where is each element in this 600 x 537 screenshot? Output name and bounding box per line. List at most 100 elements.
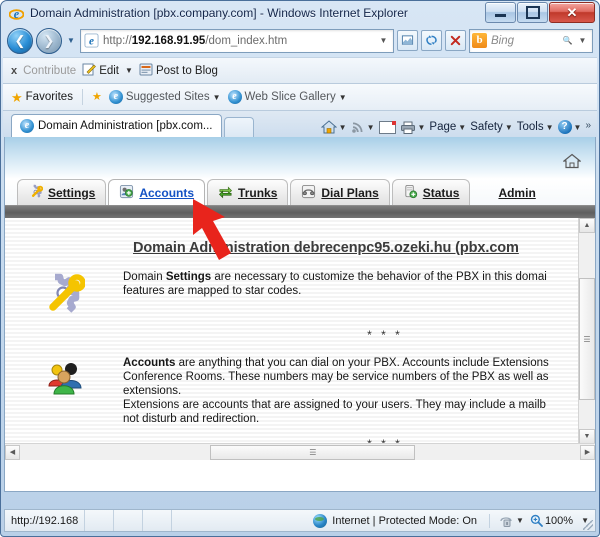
scroll-right-button[interactable]: ▶	[580, 444, 595, 460]
server-icon	[403, 184, 418, 202]
page-menu-button[interactable]: Page ▼	[429, 121, 466, 133]
zoom-level-label: 100%	[544, 514, 574, 527]
edit-button[interactable]: Edit	[82, 63, 119, 79]
scroll-down-button[interactable]: ▼	[579, 429, 595, 444]
ie-mini-icon: e	[227, 90, 242, 104]
security-zone-label: Internet | Protected Mode: On	[332, 514, 478, 527]
privacy-caret-icon[interactable]: ▼	[516, 516, 524, 525]
home-button[interactable]: ▼	[320, 120, 347, 134]
maximize-icon	[525, 6, 540, 19]
print-caret-icon[interactable]: ▼	[418, 123, 426, 132]
page-tab-dial-plans[interactable]: Dial Plans	[290, 179, 390, 205]
safety-caret-icon[interactable]: ▼	[505, 123, 513, 132]
page-menu-label: Page	[429, 121, 457, 133]
tab-favicon-icon: e	[20, 119, 34, 133]
close-icon: ✕	[566, 5, 578, 20]
section-settings: Domain Settings are necessary to customi…	[5, 270, 595, 317]
suggested-sites-label: Suggested Sites	[125, 91, 210, 103]
suggested-sites-button[interactable]: e Suggested Sites ▼	[108, 90, 221, 104]
new-tab-button[interactable]	[223, 117, 254, 137]
section-icon-cell	[5, 356, 123, 403]
star-icon: ★	[11, 89, 23, 105]
stop-button[interactable]	[445, 30, 466, 51]
address-input[interactable]: e http://192.168.91.95/dom_index.htm ▼	[80, 28, 394, 53]
search-placeholder-text: Bing	[491, 34, 515, 47]
recent-pages-button[interactable]: ▼	[65, 36, 77, 45]
page-home-icon[interactable]	[562, 153, 582, 169]
horizontal-scrollbar[interactable]: ◀ ☰ ▶	[5, 443, 595, 460]
add-favorite-star-icon[interactable]: ★	[92, 91, 102, 103]
page-tab-admin[interactable]: Admin	[472, 180, 549, 205]
page-tab-settings[interactable]: Settings	[17, 179, 107, 205]
page-tab-accounts[interactable]: Accounts	[108, 179, 206, 205]
page-favicon-icon: e	[84, 33, 99, 48]
tools-menu-button[interactable]: Tools ▼	[517, 121, 554, 133]
browser-tab[interactable]: e Domain Administration [pbx.com...	[11, 114, 222, 137]
status-cell	[171, 510, 200, 531]
wrench-gear-icon	[43, 272, 86, 317]
internet-explorer-logo-icon: e	[8, 6, 25, 21]
close-button[interactable]: ✕	[549, 2, 595, 23]
status-divider	[489, 513, 491, 528]
address-url-text: http://192.168.91.95/dom_index.htm	[103, 34, 288, 47]
address-dropdown-button[interactable]: ▼	[376, 36, 391, 45]
tools-caret-icon[interactable]: ▼	[546, 123, 554, 132]
resize-grip[interactable]	[583, 520, 593, 530]
internet-zone-globe-icon	[313, 513, 328, 528]
back-arrow-icon: ❮	[14, 33, 26, 48]
zoom-magnifier-icon	[530, 514, 543, 527]
search-input[interactable]: b Bing 🔍 ▼	[469, 28, 593, 53]
ie-mini-icon: e	[108, 90, 123, 104]
arrows-icon	[218, 184, 233, 202]
vertical-scrollbar-thumb[interactable]: ☰	[579, 278, 595, 400]
help-menu-button[interactable]: ? ▼	[557, 120, 582, 134]
tools-menu-label: Tools	[516, 121, 544, 133]
page-tab-status[interactable]: Status	[391, 179, 471, 205]
browser-tab-title: Domain Administration [pbx.com...	[38, 120, 213, 132]
suggested-sites-caret-icon[interactable]: ▼	[213, 93, 221, 102]
post-to-blog-icon	[139, 63, 153, 79]
minimize-icon	[495, 14, 506, 17]
search-options-dropdown[interactable]: ▼	[575, 36, 590, 45]
feeds-button[interactable]: ▼	[351, 120, 375, 134]
page-tab-label: Dial Plans	[321, 185, 379, 200]
web-slice-caret-icon[interactable]: ▼	[339, 93, 347, 102]
page-caret-icon[interactable]: ▼	[458, 123, 466, 132]
help-caret-icon[interactable]: ▼	[574, 123, 582, 132]
status-cell	[142, 510, 171, 531]
minimize-button[interactable]	[485, 2, 516, 23]
more-commands-button[interactable]: »	[585, 120, 591, 131]
page-tab-label: Status	[422, 185, 460, 200]
page-tab-label: Trunks	[238, 185, 278, 200]
edit-dropdown-caret-icon[interactable]: ▼	[125, 66, 133, 75]
close-contribute-bar-icon[interactable]: x	[11, 65, 17, 77]
favorites-button[interactable]: ★ Favorites	[11, 91, 73, 104]
scroll-left-button[interactable]: ◀	[5, 444, 20, 460]
horizontal-scrollbar-track[interactable]: ☰	[20, 444, 580, 460]
privacy-report-button[interactable]	[498, 514, 514, 528]
refresh-button[interactable]	[421, 30, 442, 51]
read-mail-button[interactable]	[378, 120, 396, 134]
page-viewport: Settings Accounts Trunks Dial Plans Stat…	[4, 137, 596, 492]
home-caret-icon[interactable]: ▼	[339, 123, 347, 132]
safety-menu-button[interactable]: Safety ▼	[470, 121, 513, 133]
web-slice-gallery-button[interactable]: e Web Slice Gallery ▼	[227, 90, 347, 104]
compatibility-view-button[interactable]	[397, 30, 418, 51]
ie-browser-window: e Domain Administration [pbx.company.com…	[0, 0, 600, 537]
forward-button[interactable]: ❯	[36, 27, 62, 54]
security-zone-indicator[interactable]: Internet | Protected Mode: On	[313, 513, 481, 528]
vertical-scrollbar[interactable]: ▲ ☰ ▼	[578, 218, 595, 460]
command-bar: ▼ ▼ ▼ Page ▼ Safety ▼ Tools ▼ ? ▼ »	[320, 120, 591, 137]
scroll-up-button[interactable]: ▲	[579, 218, 595, 233]
print-button[interactable]: ▼	[400, 121, 426, 134]
page-tab-trunks[interactable]: Trunks	[207, 179, 289, 205]
search-icon[interactable]: 🔍	[560, 36, 575, 45]
web-slice-gallery-label: Web Slice Gallery	[244, 91, 336, 103]
back-button[interactable]: ❮	[7, 27, 33, 54]
post-to-blog-button[interactable]: Post to Blog	[139, 63, 218, 79]
users-icon	[43, 358, 85, 403]
feeds-caret-icon[interactable]: ▼	[367, 123, 375, 132]
horizontal-scrollbar-thumb[interactable]: ☰	[210, 444, 416, 460]
maximize-button[interactable]	[517, 2, 548, 23]
browser-tab-strip: e Domain Administration [pbx.com... ▼ ▼ …	[3, 111, 597, 137]
